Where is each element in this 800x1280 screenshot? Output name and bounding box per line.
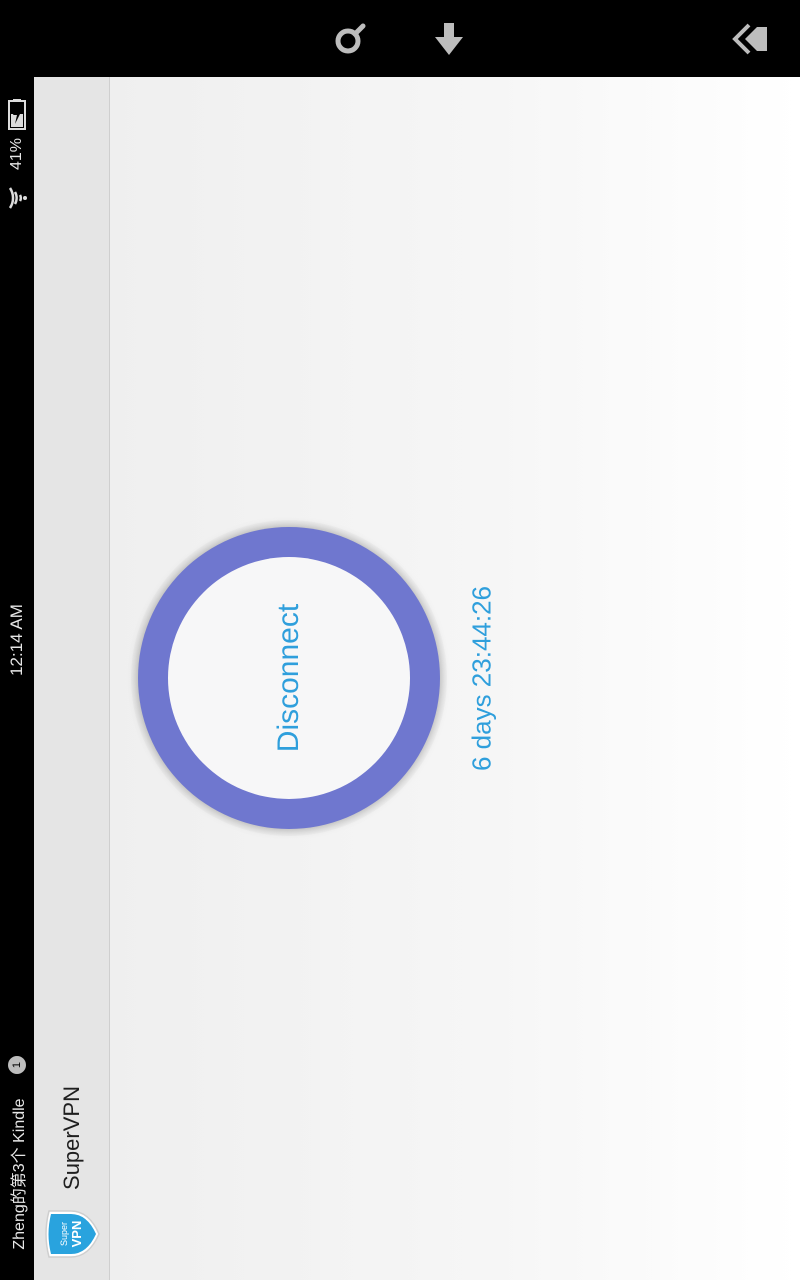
disconnect-label: Disconnect (272, 603, 305, 753)
status-time: 12:14 AM (7, 604, 26, 676)
app-logo-icon: Super VPN (45, 1210, 100, 1258)
app-bar: SuperVPN Super VPN (34, 77, 110, 1280)
download-icon (435, 23, 463, 55)
download-button[interactable] (424, 14, 474, 64)
app-title: SuperVPN (59, 1086, 84, 1190)
disconnect-button[interactable]: Disconnect (168, 557, 410, 799)
search-button[interactable] (326, 14, 376, 64)
search-icon (335, 23, 366, 54)
logo-text-vpn: VPN (69, 1221, 84, 1248)
navigation-bar (0, 0, 800, 77)
battery-percentage: 41% (8, 137, 25, 171)
logo-text-super: Super (59, 1222, 69, 1246)
wifi-icon (8, 187, 27, 209)
back-icon (732, 23, 767, 55)
device-name: Zheng的第3个 Kindle (11, 1098, 28, 1250)
back-button[interactable] (724, 14, 774, 64)
notification-badge[interactable]: 1 (8, 1056, 26, 1074)
battery-icon (8, 99, 26, 130)
session-timer: 6 days 23:44:26 (466, 585, 497, 772)
status-bar: 41% 12:14 AM 1 Zheng的第3个 Kindle (0, 77, 34, 1280)
